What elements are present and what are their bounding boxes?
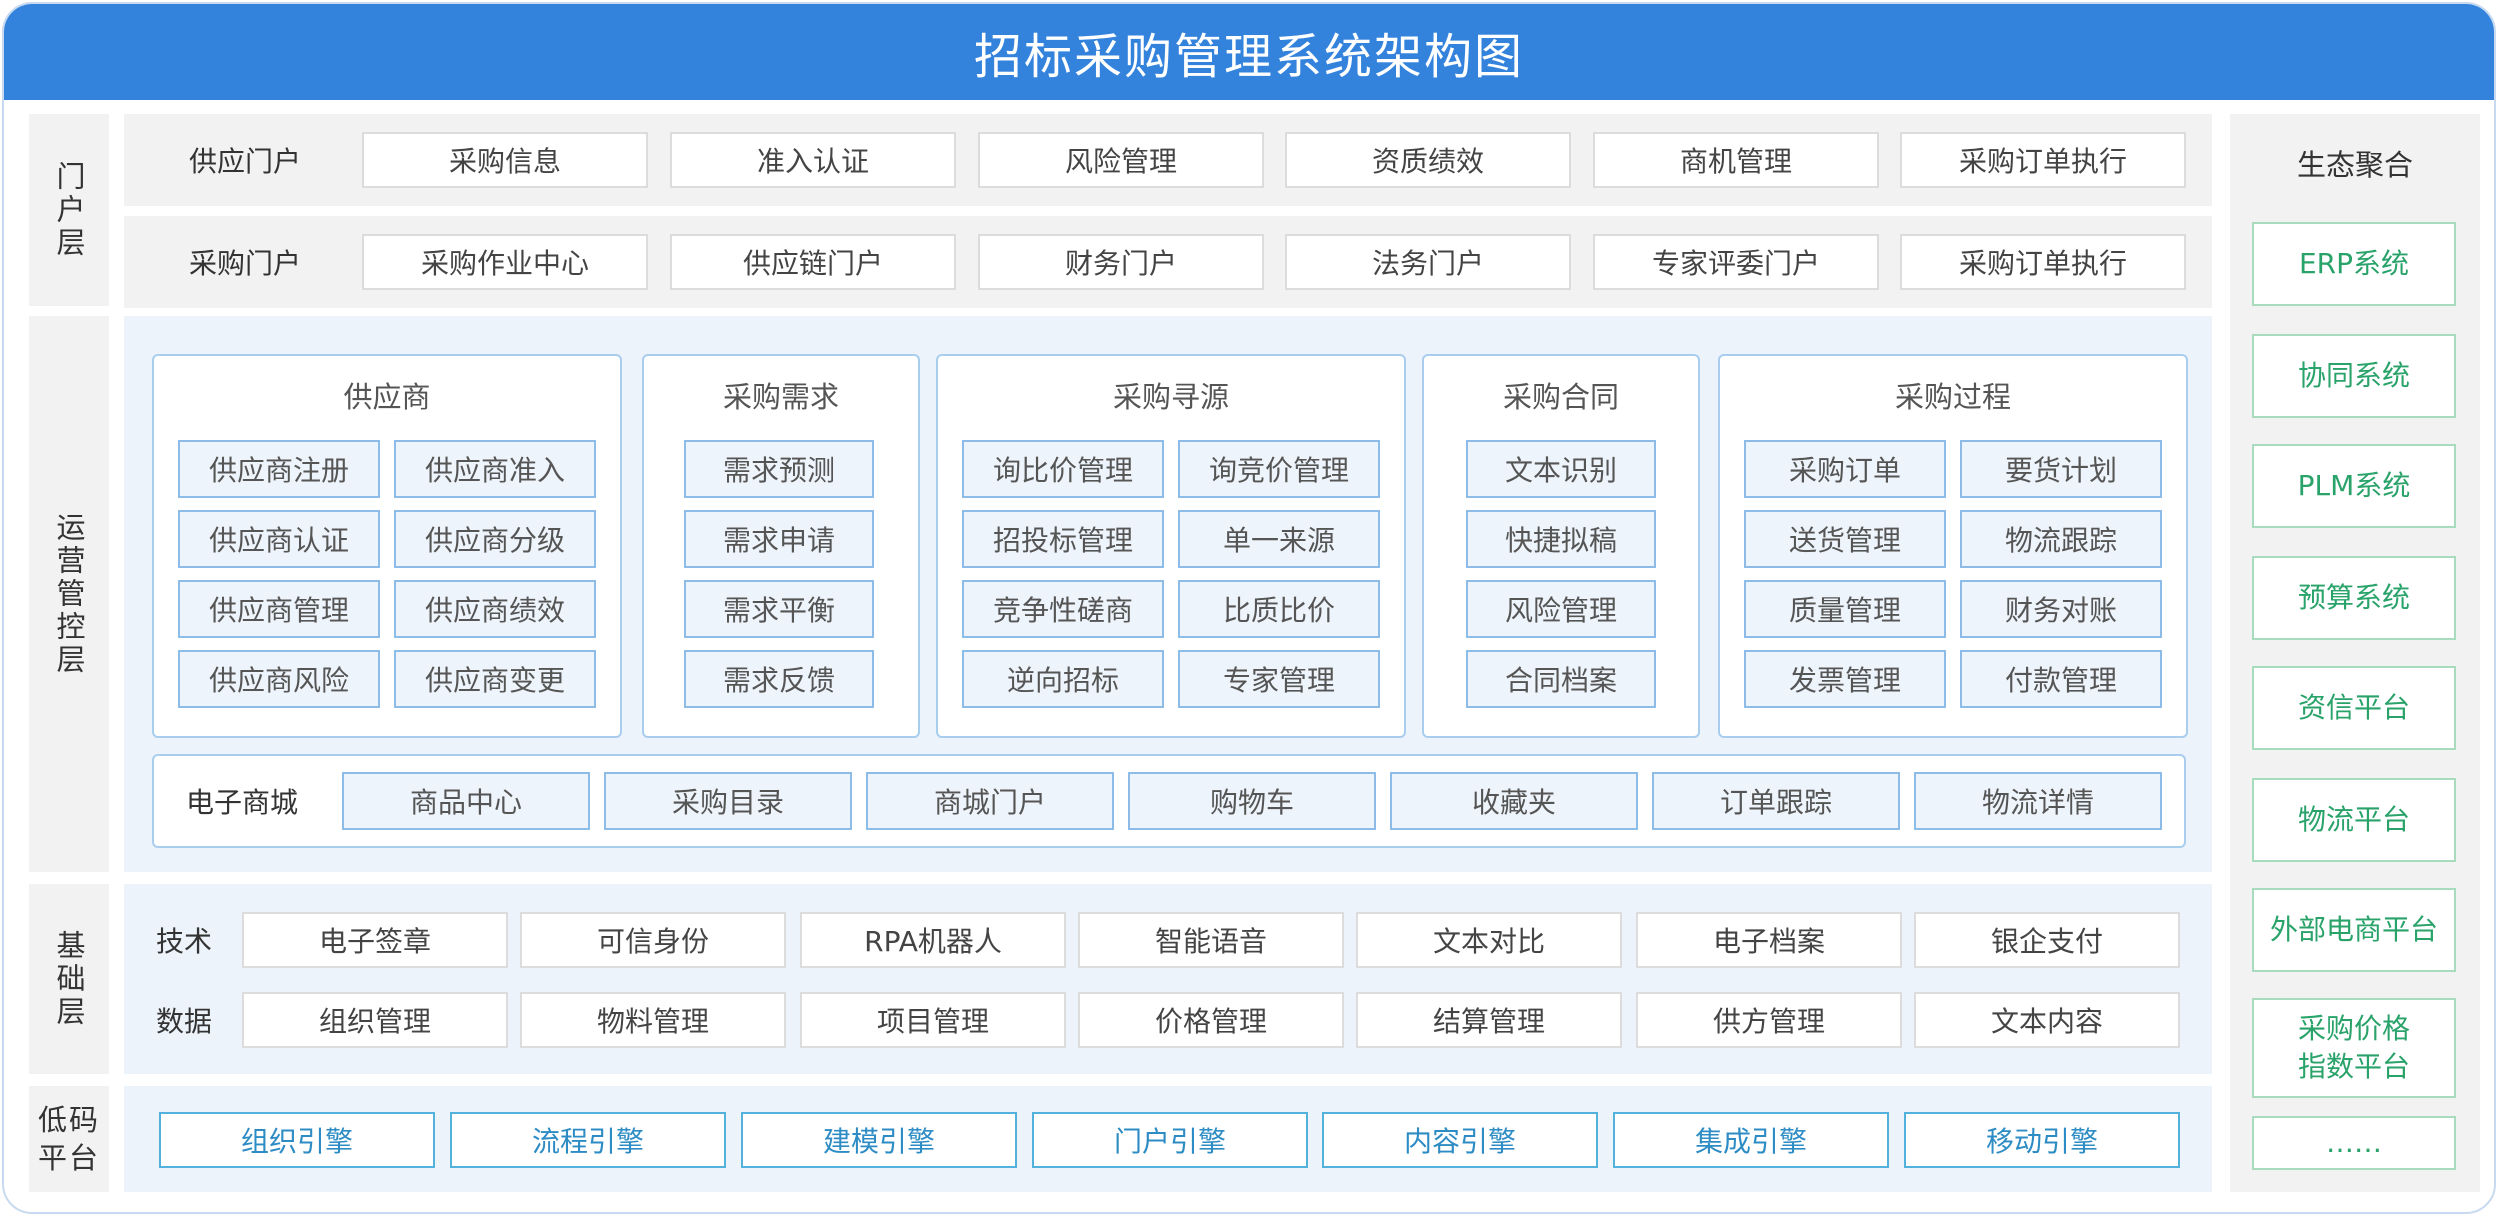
purchase-portal-item: 采购订单执行 xyxy=(1900,234,2186,290)
e-mall-item: 商城门户 xyxy=(866,772,1114,830)
e-mall-label: 电子商城 xyxy=(186,786,299,819)
base-layer-label: 基础层 xyxy=(52,929,86,1029)
e-mall-item: 商品中心 xyxy=(342,772,590,830)
purchase-portal-item: 采购作业中心 xyxy=(362,234,648,290)
ecosystem-item: …… xyxy=(2252,1116,2456,1170)
ops-group-item: 供应商准入 xyxy=(394,440,596,498)
purchase-portal-label: 采购门户 xyxy=(189,247,302,280)
supply-portal-item: 采购信息 xyxy=(362,132,648,188)
data-item: 物料管理 xyxy=(520,992,786,1048)
supply-portal-label: 供应门户 xyxy=(189,145,302,178)
ops-group-item: 供应商认证 xyxy=(178,510,380,568)
ops-group-item: 竞争性磋商 xyxy=(962,580,1164,638)
lowcode-engine-item: 流程引擎 xyxy=(450,1112,726,1168)
lowcode-engine-item: 集成引擎 xyxy=(1613,1112,1889,1168)
ops-group-title: 采购过程 xyxy=(1894,380,2011,414)
purchase-portal-item: 专家评委门户 xyxy=(1593,234,1879,290)
data-item: 价格管理 xyxy=(1078,992,1344,1048)
supply-portal-item: 采购订单执行 xyxy=(1900,132,2186,188)
e-mall-item: 购物车 xyxy=(1128,772,1376,830)
tech-item: 文本对比 xyxy=(1356,912,1622,968)
e-mall-item: 收藏夹 xyxy=(1390,772,1638,830)
ops-group-item: 供应商注册 xyxy=(178,440,380,498)
data-item: 组织管理 xyxy=(242,992,508,1048)
ecosystem-item: PLM系统 xyxy=(2252,444,2456,528)
diagram-title: 招标采购管理系统架构图 xyxy=(4,4,2494,100)
ops-group-item: 需求反馈 xyxy=(684,650,874,708)
supply-portal-item: 风险管理 xyxy=(978,132,1264,188)
ops-group-item: 付款管理 xyxy=(1960,650,2162,708)
ops-group-item: 供应商管理 xyxy=(178,580,380,638)
ops-group-item: 需求申请 xyxy=(684,510,874,568)
tech-row-label: 技术 xyxy=(156,925,213,958)
ops-group-title: 采购寻源 xyxy=(1112,380,1229,414)
portal-layer-label: 门户层 xyxy=(52,160,86,260)
data-item: 文本内容 xyxy=(1914,992,2180,1048)
architecture-diagram: 招标采购管理系统架构图 门户层 运营管控层 基础层 低码平台 供应门户 采购门户… xyxy=(2,2,2496,1214)
ops-group-item: 供应商风险 xyxy=(178,650,380,708)
ops-group-item: 需求平衡 xyxy=(684,580,874,638)
lowcode-layer-label: 低码平台 xyxy=(37,1103,100,1175)
ops-group-item: 发票管理 xyxy=(1744,650,1946,708)
supply-portal-item: 准入认证 xyxy=(670,132,956,188)
purchase-portal-item: 财务门户 xyxy=(978,234,1264,290)
ops-group-item: 送货管理 xyxy=(1744,510,1946,568)
ops-layer-label: 运营管控层 xyxy=(52,511,86,677)
ecosystem-item: 物流平台 xyxy=(2252,778,2456,862)
ops-group-item: 快捷拟稿 xyxy=(1466,510,1656,568)
ops-group-item: 询比价管理 xyxy=(962,440,1164,498)
ops-group-title: 采购合同 xyxy=(1502,380,1619,414)
ecosystem-item: 外部电商平台 xyxy=(2252,888,2456,972)
ecosystem-item: 资信平台 xyxy=(2252,666,2456,750)
ecosystem-item: 采购价格指数平台 xyxy=(2252,998,2456,1098)
ops-group-item: 专家管理 xyxy=(1178,650,1380,708)
data-item: 供方管理 xyxy=(1636,992,1902,1048)
tech-item: RPA机器人 xyxy=(800,912,1066,968)
ops-group-item: 物流跟踪 xyxy=(1960,510,2162,568)
e-mall-item: 采购目录 xyxy=(604,772,852,830)
ops-group-item: 逆向招标 xyxy=(962,650,1164,708)
supply-portal-item: 资质绩效 xyxy=(1285,132,1571,188)
ops-group-item: 要货计划 xyxy=(1960,440,2162,498)
data-item: 项目管理 xyxy=(800,992,1066,1048)
lowcode-engine-item: 移动引擎 xyxy=(1904,1112,2180,1168)
e-mall-item: 订单跟踪 xyxy=(1652,772,1900,830)
data-row-label: 数据 xyxy=(156,1005,213,1038)
purchase-portal-item: 供应链门户 xyxy=(670,234,956,290)
ops-group-item: 招投标管理 xyxy=(962,510,1164,568)
ops-group-item: 供应商绩效 xyxy=(394,580,596,638)
lowcode-engine-item: 内容引擎 xyxy=(1322,1112,1598,1168)
ops-group-item: 采购订单 xyxy=(1744,440,1946,498)
ops-group-item: 供应商变更 xyxy=(394,650,596,708)
tech-item: 电子档案 xyxy=(1636,912,1902,968)
e-mall-item: 物流详情 xyxy=(1914,772,2162,830)
ecosystem-item: ERP系统 xyxy=(2252,222,2456,306)
ops-group-item: 需求预测 xyxy=(684,440,874,498)
lowcode-engine-item: 门户引擎 xyxy=(1032,1112,1308,1168)
ops-group-item: 文本识别 xyxy=(1466,440,1656,498)
ops-group-item: 风险管理 xyxy=(1466,580,1656,638)
lowcode-engine-item: 组织引擎 xyxy=(159,1112,435,1168)
tech-item: 银企支付 xyxy=(1914,912,2180,968)
tech-item: 智能语音 xyxy=(1078,912,1344,968)
purchase-portal-item: 法务门户 xyxy=(1285,234,1571,290)
ecosystem-item: 协同系统 xyxy=(2252,334,2456,418)
ops-group-item: 单一来源 xyxy=(1178,510,1380,568)
lowcode-engine-item: 建模引擎 xyxy=(741,1112,1017,1168)
tech-item: 电子签章 xyxy=(242,912,508,968)
ops-group-item: 合同档案 xyxy=(1466,650,1656,708)
supply-portal-item: 商机管理 xyxy=(1593,132,1879,188)
ops-group-item: 供应商分级 xyxy=(394,510,596,568)
ecosystem-item: 预算系统 xyxy=(2252,556,2456,640)
ops-group-item: 质量管理 xyxy=(1744,580,1946,638)
ops-group-item: 询竞价管理 xyxy=(1178,440,1380,498)
data-item: 结算管理 xyxy=(1356,992,1622,1048)
ops-group-title: 供应商 xyxy=(343,380,431,414)
ops-group-item: 财务对账 xyxy=(1960,580,2162,638)
ops-group-title: 采购需求 xyxy=(722,380,839,414)
tech-item: 可信身份 xyxy=(520,912,786,968)
ops-group-item: 比质比价 xyxy=(1178,580,1380,638)
ecosystem-title: 生态聚合 xyxy=(2296,148,2413,182)
